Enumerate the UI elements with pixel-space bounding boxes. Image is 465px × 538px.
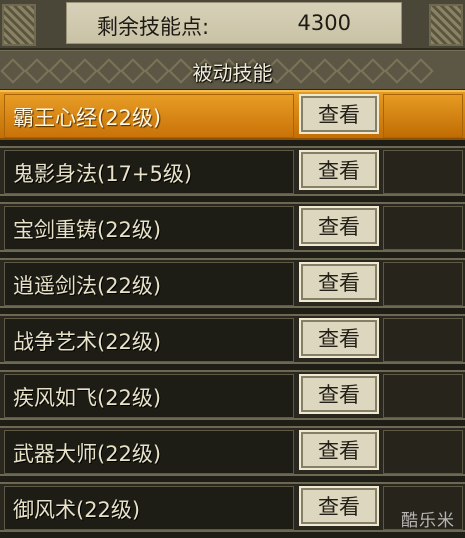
skill-name: 霸王心经(22级): [13, 106, 162, 130]
skill-extra-cell: [383, 150, 463, 194]
view-skill-button[interactable]: 查看: [299, 206, 379, 246]
watermark: 酷乐米: [401, 511, 455, 531]
section-header: 被动技能: [0, 50, 465, 91]
skill-name: 御风术(22级): [13, 498, 141, 522]
ornament-corner-left-icon: [2, 4, 36, 46]
skill-name-cell[interactable]: 御风术(22级): [4, 486, 294, 530]
skill-points-bar: 剩余技能点: 4300: [0, 0, 465, 50]
view-skill-button[interactable]: 查看: [299, 430, 379, 470]
skill-name-cell[interactable]: 逍遥剑法(22级): [4, 262, 294, 306]
skill-row[interactable]: 逍遥剑法(22级) 查看: [0, 258, 465, 308]
skill-row[interactable]: 霸王心经(22级) 查看: [0, 90, 465, 140]
ornament-corner-right-icon: [429, 4, 463, 46]
skill-extra-cell: [383, 430, 463, 474]
skill-extra-cell: [383, 94, 463, 138]
skill-name: 战争艺术(22级): [13, 330, 162, 354]
skill-name: 武器大师(22级): [13, 442, 162, 466]
skill-name: 逍遥剑法(22级): [13, 274, 162, 298]
skill-name: 疾风如飞(22级): [13, 386, 162, 410]
section-title: 被动技能: [192, 61, 273, 85]
view-skill-button[interactable]: 查看: [299, 486, 379, 526]
skill-name-cell[interactable]: 鬼影身法(17+5级): [4, 150, 294, 194]
skill-name-cell[interactable]: 战争艺术(22级): [4, 318, 294, 362]
view-skill-button[interactable]: 查看: [299, 374, 379, 414]
skill-points-label: 剩余技能点:: [97, 15, 210, 39]
skill-extra-cell: [383, 206, 463, 250]
view-skill-button[interactable]: 查看: [299, 262, 379, 302]
passive-skill-list: 霸王心经(22级) 查看 鬼影身法(17+5级) 查看 宝剑重铸(22级) 查看…: [0, 90, 465, 538]
view-skill-button[interactable]: 查看: [299, 150, 379, 190]
skill-row[interactable]: 鬼影身法(17+5级) 查看: [0, 146, 465, 196]
skill-row[interactable]: 疾风如飞(22级) 查看: [0, 370, 465, 420]
skill-row[interactable]: 武器大师(22级) 查看: [0, 426, 465, 476]
skill-name: 宝剑重铸(22级): [13, 218, 162, 242]
skill-extra-cell: [383, 374, 463, 418]
skill-name-cell[interactable]: 宝剑重铸(22级): [4, 206, 294, 250]
skill-row[interactable]: 御风术(22级) 查看: [0, 482, 465, 532]
skill-name-cell[interactable]: 霸王心经(22级): [4, 94, 294, 138]
skill-points-value: 4300: [297, 11, 351, 35]
skill-extra-cell: [383, 262, 463, 306]
skill-points-panel: 剩余技能点: 4300: [66, 2, 402, 44]
skill-name-cell[interactable]: 疾风如飞(22级): [4, 374, 294, 418]
skill-name-cell[interactable]: 武器大师(22级): [4, 430, 294, 474]
skill-row[interactable]: 战争艺术(22级) 查看: [0, 314, 465, 364]
skill-row[interactable]: 宝剑重铸(22级) 查看: [0, 202, 465, 252]
skill-name: 鬼影身法(17+5级): [13, 162, 193, 186]
skill-extra-cell: [383, 318, 463, 362]
view-skill-button[interactable]: 查看: [299, 318, 379, 358]
view-skill-button[interactable]: 查看: [299, 94, 379, 134]
